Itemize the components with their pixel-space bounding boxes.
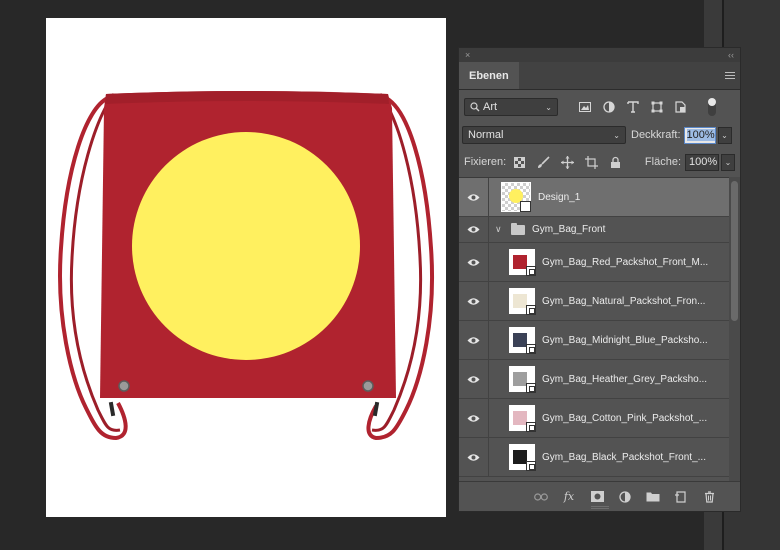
panel-footer: fx bbox=[459, 481, 740, 511]
smart-object-badge-icon bbox=[526, 383, 536, 393]
panel-titlebar: × ‹‹ bbox=[459, 48, 740, 62]
layer-thumbnail bbox=[509, 288, 536, 315]
layer-row[interactable]: Gym_Bag_Red_Packshot_Front_M... bbox=[459, 243, 729, 282]
panel-collapse-button[interactable]: ‹‹ bbox=[728, 50, 734, 60]
layer-row[interactable]: Gym_Bag_Midnight_Blue_Packsho... bbox=[459, 321, 729, 360]
layer-group-gym-bag-front[interactable]: ∨ Gym_Bag_Front bbox=[459, 217, 729, 243]
lock-image-pixels-icon[interactable] bbox=[536, 155, 550, 169]
adjustment-layer-icon[interactable] bbox=[618, 490, 632, 504]
layer-thumbnail bbox=[501, 182, 531, 212]
layers-panel: × ‹‹ Ebenen Art ⌄ Normal ⌄ Deckkraft: 10… bbox=[458, 47, 741, 512]
folder-icon bbox=[511, 222, 525, 235]
layer-name: Gym_Bag_Heather_Grey_Packsho... bbox=[542, 373, 708, 385]
add-mask-icon[interactable] bbox=[590, 490, 604, 504]
shape-filter-icon[interactable] bbox=[650, 100, 664, 114]
smart-object-badge-icon bbox=[526, 344, 536, 354]
blend-mode-value: Normal bbox=[468, 129, 504, 141]
link-layers-icon[interactable] bbox=[534, 490, 548, 504]
layer-row[interactable]: Gym_Bag_Natural_Packshot_Fron... bbox=[459, 282, 729, 321]
filter-kind-select[interactable]: Art ⌄ bbox=[464, 98, 558, 116]
panel-close-button[interactable]: × bbox=[465, 50, 470, 60]
lock-position-icon[interactable] bbox=[560, 155, 574, 169]
panel-tabbar: Ebenen bbox=[459, 62, 740, 90]
smart-object-badge-icon bbox=[526, 266, 536, 276]
trash-icon[interactable] bbox=[702, 490, 716, 504]
layer-thumbnail bbox=[509, 249, 536, 276]
visibility-eye-icon[interactable] bbox=[459, 438, 489, 476]
layer-list: Design_1 ∨ Gym_Bag_Front Gym_Bag_Red_Pac… bbox=[459, 177, 729, 481]
smart-object-badge-icon bbox=[526, 422, 536, 432]
fill-input[interactable]: 100% bbox=[685, 153, 719, 171]
chevron-down-icon: ⌄ bbox=[613, 130, 620, 140]
search-icon bbox=[470, 102, 480, 112]
lock-transparent-pixels-icon[interactable] bbox=[512, 155, 526, 169]
opacity-label: Deckkraft: bbox=[631, 129, 681, 141]
chevron-down-icon[interactable]: ∨ bbox=[495, 224, 507, 235]
blend-row: Normal ⌄ Deckkraft: 100% ⌄ bbox=[459, 124, 740, 146]
layer-name: Gym_Bag_Natural_Packshot_Fron... bbox=[542, 295, 706, 307]
layer-row[interactable]: Gym_Bag_Cotton_Pink_Packshot_... bbox=[459, 399, 729, 438]
design-circle bbox=[132, 132, 360, 360]
layer-name: Gym_Bag_Front bbox=[532, 224, 606, 235]
visibility-eye-icon[interactable] bbox=[459, 217, 489, 242]
smart-object-badge-icon bbox=[526, 461, 536, 471]
layer-list-scrollbar[interactable] bbox=[729, 177, 740, 481]
text-filter-icon[interactable] bbox=[626, 100, 640, 114]
visibility-eye-icon[interactable] bbox=[459, 282, 489, 320]
smart-object-filter-icon[interactable] bbox=[674, 100, 688, 114]
left-aglet bbox=[108, 401, 116, 417]
adjustment-filter-icon[interactable] bbox=[602, 100, 616, 114]
layer-name: Design_1 bbox=[538, 191, 581, 203]
filter-row: Art ⌄ bbox=[459, 94, 740, 120]
opacity-value: 100% bbox=[686, 129, 715, 141]
tab-layers[interactable]: Ebenen bbox=[459, 62, 519, 89]
visibility-eye-icon[interactable] bbox=[459, 399, 489, 437]
filter-toggle[interactable] bbox=[708, 98, 716, 116]
fill-dropdown-button[interactable]: ⌄ bbox=[721, 153, 735, 171]
gym-bag-artwork bbox=[58, 91, 435, 441]
left-eyelet bbox=[118, 380, 130, 392]
layer-row[interactable]: Gym_Bag_Black_Packshot_Front_... bbox=[459, 438, 729, 477]
new-layer-icon[interactable] bbox=[674, 490, 688, 504]
right-eyelet bbox=[362, 380, 374, 392]
fx-icon[interactable]: fx bbox=[562, 490, 576, 504]
visibility-eye-icon[interactable] bbox=[459, 243, 489, 281]
opacity-input[interactable]: 100% bbox=[683, 126, 716, 144]
layer-name: Gym_Bag_Black_Packshot_Front_... bbox=[542, 451, 706, 463]
layer-name: Gym_Bag_Red_Packshot_Front_M... bbox=[542, 256, 709, 268]
lock-label: Fixieren: bbox=[464, 156, 507, 168]
layer-name: Gym_Bag_Cotton_Pink_Packshot_... bbox=[542, 412, 708, 424]
chevron-down-icon: ⌄ bbox=[545, 102, 552, 112]
layer-name: Gym_Bag_Midnight_Blue_Packsho... bbox=[542, 334, 708, 346]
document-canvas[interactable] bbox=[46, 18, 446, 517]
new-group-icon[interactable] bbox=[646, 490, 660, 504]
lock-row: Fixieren: Fläche: 100% ⌄ bbox=[459, 151, 740, 173]
scrollbar-thumb[interactable] bbox=[731, 181, 738, 321]
layer-row-design-1[interactable]: Design_1 bbox=[459, 178, 729, 217]
layer-thumbnail bbox=[509, 327, 536, 354]
panel-menu-icon[interactable] bbox=[720, 62, 740, 89]
visibility-eye-icon[interactable] bbox=[459, 178, 489, 216]
fill-value: 100% bbox=[689, 156, 718, 168]
opacity-dropdown-button[interactable]: ⌄ bbox=[717, 126, 732, 144]
layer-thumbnail bbox=[509, 444, 536, 471]
layer-thumbnail bbox=[509, 405, 536, 432]
filter-kind-value: Art bbox=[483, 101, 498, 113]
image-filter-icon[interactable] bbox=[578, 100, 592, 114]
blend-mode-select[interactable]: Normal ⌄ bbox=[462, 126, 626, 144]
smart-object-badge-icon bbox=[526, 305, 536, 315]
panel-resize-grip[interactable] bbox=[591, 506, 609, 509]
visibility-eye-icon[interactable] bbox=[459, 321, 489, 359]
fill-label: Fläche: bbox=[644, 156, 681, 168]
layer-thumbnail bbox=[509, 366, 536, 393]
lock-all-icon[interactable] bbox=[608, 155, 622, 169]
smart-object-badge-icon bbox=[520, 201, 531, 212]
lock-artboard-icon[interactable] bbox=[584, 155, 598, 169]
visibility-eye-icon[interactable] bbox=[459, 360, 489, 398]
layer-row[interactable]: Gym_Bag_Heather_Grey_Packsho... bbox=[459, 360, 729, 399]
